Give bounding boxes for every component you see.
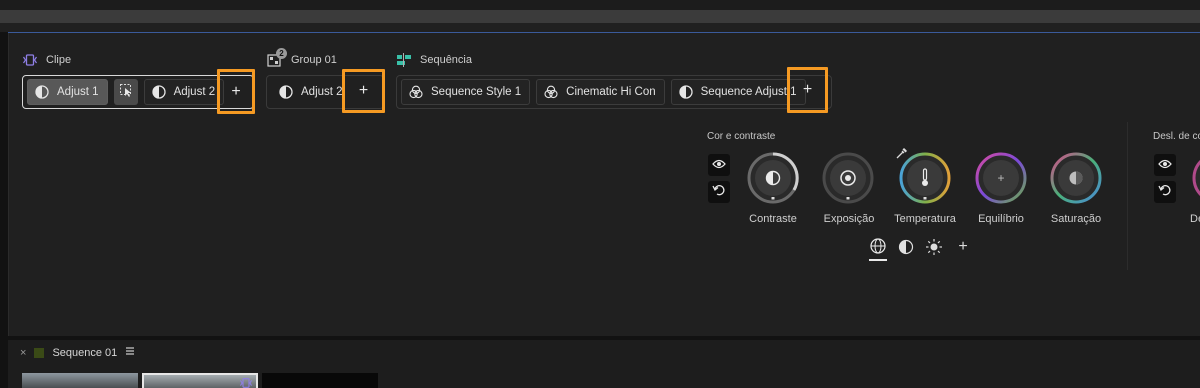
sequence-chip-style-1[interactable]: Sequence Style 1: [401, 79, 531, 105]
sequence-chip-adjust-1[interactable]: Sequence Adjust 1: [670, 79, 806, 105]
sequence-tab[interactable]: × Sequence 01: [20, 346, 135, 359]
clip-add-effect-button[interactable]: +: [217, 69, 255, 114]
clip-thumbnail-1[interactable]: [22, 373, 138, 388]
svg-text:+: +: [997, 171, 1004, 185]
eye-icon: [712, 156, 726, 174]
plus-icon: +: [231, 82, 241, 100]
sequence-group-label: Sequência: [420, 54, 472, 66]
color-contrast-title: Cor e contraste: [707, 131, 776, 142]
clip-group-label: Clipe: [46, 54, 72, 66]
chip-label: Sequence Style 1: [431, 86, 522, 98]
group-chip-adjust-2[interactable]: Adjust 2: [271, 79, 352, 105]
chip-label: Sequence Adjust 1: [700, 86, 797, 98]
globe-tab[interactable]: [869, 238, 887, 256]
panel-divider: [1127, 122, 1128, 270]
close-icon[interactable]: ×: [20, 347, 26, 359]
sequence-color-swatch: [34, 347, 45, 358]
clip-thumbnail-2[interactable]: [142, 373, 258, 388]
clip-icon: [239, 376, 253, 388]
group-count-badge: 2: [276, 48, 287, 59]
select-cursor-icon: [119, 83, 133, 102]
undo-icon: [712, 183, 726, 201]
group-add-effect-button[interactable]: +: [342, 69, 385, 113]
right-reset-button[interactable]: [1154, 181, 1176, 203]
group-header: 2 Group 01: [267, 48, 337, 67]
chip-label: Adjust 2: [173, 86, 216, 98]
sun-icon: [925, 239, 943, 260]
menu-icon[interactable]: [125, 346, 135, 359]
right-panel-title: Desl. de co: [1153, 131, 1200, 142]
saturation-dial[interactable]: [1050, 152, 1102, 204]
right-dial-partial[interactable]: [1192, 152, 1200, 204]
sequence-title: Sequence 01: [52, 346, 118, 359]
style-rings-icon: [409, 85, 423, 99]
undo-icon: [1158, 183, 1172, 201]
reset-button[interactable]: [708, 181, 730, 203]
temperature-dial[interactable]: [899, 152, 951, 204]
light-mode-tab[interactable]: [925, 238, 943, 256]
clip-group-header: Clipe: [22, 53, 71, 67]
exposure-label: Exposição: [823, 213, 875, 225]
temperature-label: Temperatura: [894, 213, 956, 225]
top-gap: [0, 23, 1200, 32]
select-cursor-button[interactable]: [113, 79, 138, 105]
sequence-group-header: Sequência: [396, 53, 472, 67]
group-label: Group 01: [291, 54, 337, 66]
contrast-label: Contraste: [749, 213, 797, 225]
globe-icon: [869, 238, 887, 260]
plus-icon: +: [802, 81, 813, 98]
exposure-dial[interactable]: [822, 152, 874, 204]
clip-chip-adjust-2[interactable]: Adjust 2: [143, 79, 225, 105]
eye-icon: [1158, 156, 1172, 174]
half-circle-icon: [35, 85, 49, 99]
saturation-label: Saturação: [1050, 213, 1102, 225]
clip-chip-adjust-1[interactable]: Adjust 1: [27, 79, 108, 105]
balance-label: Equilíbrio: [978, 213, 1024, 225]
timeline-scrollbar-strip[interactable]: [0, 10, 1200, 23]
half-circle-icon: [678, 85, 693, 99]
visibility-toggle[interactable]: [708, 154, 730, 176]
window-top-bar: [0, 0, 1200, 10]
right-dial-label: De: [1190, 213, 1200, 225]
right-visibility-toggle[interactable]: [1154, 154, 1176, 176]
sequence-effects-track[interactable]: Sequence Style 1 Cinematic Hi Con Sequen…: [396, 75, 832, 109]
contrast-dial[interactable]: [747, 152, 799, 204]
half-circle-icon: [151, 85, 166, 99]
group-icon: 2: [267, 48, 287, 67]
sequence-add-effect-button[interactable]: +: [787, 67, 828, 113]
chip-label: Adjust 1: [57, 86, 99, 98]
sequence-icon: [396, 53, 412, 67]
add-mode-tab[interactable]: +: [956, 238, 970, 256]
clip-icon: [22, 53, 38, 67]
contrast-mode-tab[interactable]: [898, 239, 914, 255]
half-circle-icon: [279, 85, 293, 99]
clip-thumbnail-3[interactable]: [262, 373, 378, 388]
sequence-chip-cinematic-hi-con[interactable]: Cinematic Hi Con: [536, 79, 665, 105]
style-rings-icon: [544, 85, 558, 99]
active-tab-indicator: [869, 259, 887, 261]
chip-label: Cinematic Hi Con: [566, 86, 656, 98]
balance-dial[interactable]: +: [975, 152, 1027, 204]
plus-icon: +: [358, 82, 369, 99]
chip-label: Adjust 2: [301, 86, 343, 98]
half-circle-icon: [898, 239, 914, 259]
